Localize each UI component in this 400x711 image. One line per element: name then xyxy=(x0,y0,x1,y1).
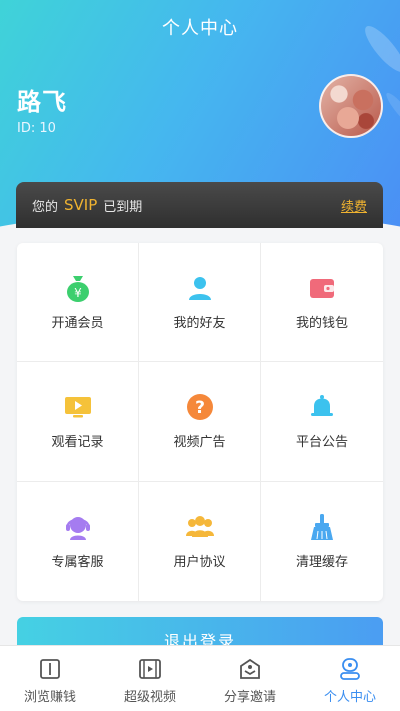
grid-item-wallet[interactable]: 我的钱包 xyxy=(261,243,383,363)
grid-item-clear-cache[interactable]: 清理缓存 xyxy=(261,482,383,601)
grid-item-history[interactable]: 观看记录 xyxy=(17,362,139,482)
grid-label: 用户协议 xyxy=(173,555,226,571)
tab-label: 个人中心 xyxy=(323,690,376,705)
vip-prefix: 您的 xyxy=(32,199,59,215)
grid-label: 平台公告 xyxy=(295,435,348,451)
page-title: 个人中心 xyxy=(162,18,238,39)
grid-item-agreement[interactable]: 用户协议 xyxy=(139,481,261,601)
grid-label: 专属客服 xyxy=(51,555,104,571)
grid-label: 开通会员 xyxy=(51,316,104,332)
wallet-icon xyxy=(307,273,337,303)
money-bag-icon: ¥ xyxy=(63,273,93,303)
grid-label: 我的好友 xyxy=(173,316,226,332)
grid-label: 我的钱包 xyxy=(295,316,348,332)
vip-status-bar: 您的 SVIP 已到期 续费 xyxy=(16,182,383,228)
bottom-tab-bar: 浏览赚钱 超级视频 分享邀请 个人中心 xyxy=(0,645,400,711)
tab-label: 超级视频 xyxy=(123,690,176,705)
app-screen: 个人中心 路飞 ID: 10 您的 SVIP 已到期 续费 ¥ 开通会员 我的好… xyxy=(0,0,400,711)
tab-share-invite[interactable]: 分享邀请 xyxy=(200,646,300,711)
tab-profile[interactable]: 个人中心 xyxy=(300,646,400,711)
share-box-icon xyxy=(237,656,263,682)
group-icon xyxy=(185,512,215,542)
svg-text:¥: ¥ xyxy=(74,286,82,300)
tab-label: 浏览赚钱 xyxy=(23,690,76,705)
video-play-icon xyxy=(63,392,93,422)
feature-grid: ¥ 开通会员 我的好友 我的钱包 观看记录 ? 视频广告 平台公告 专属客服 用… xyxy=(17,243,383,601)
grid-label: 视频广告 xyxy=(173,435,226,451)
grid-label: 观看记录 xyxy=(51,435,104,451)
broom-icon xyxy=(307,512,337,542)
film-icon xyxy=(137,656,163,682)
vip-level: SVIP xyxy=(64,196,98,214)
tab-label: 分享邀请 xyxy=(223,690,276,705)
grid-item-announcements[interactable]: 平台公告 xyxy=(261,362,383,482)
vip-suffix: 已到期 xyxy=(103,199,143,215)
tab-super-video[interactable]: 超级视频 xyxy=(100,646,200,711)
user-name: 路飞 xyxy=(17,88,67,116)
decor-streak xyxy=(383,89,400,131)
bell-icon xyxy=(307,392,337,422)
user-icon xyxy=(337,656,363,682)
avatar[interactable] xyxy=(319,74,383,138)
grid-label: 清理缓存 xyxy=(295,555,348,571)
grid-item-vip[interactable]: ¥ 开通会员 xyxy=(17,243,139,363)
user-id: ID: 10 xyxy=(17,121,56,136)
renew-link[interactable]: 续费 xyxy=(341,196,367,215)
grid-item-support[interactable]: 专属客服 xyxy=(17,481,139,601)
person-icon xyxy=(185,273,215,303)
grid-item-video-ads[interactable]: ? 视频广告 xyxy=(139,362,261,482)
headset-icon xyxy=(63,512,93,542)
grid-item-friends[interactable]: 我的好友 xyxy=(139,243,261,363)
svg-text:?: ? xyxy=(195,398,205,418)
book-icon xyxy=(37,656,63,682)
tab-browse-earn[interactable]: 浏览赚钱 xyxy=(0,646,100,711)
question-icon: ? xyxy=(185,392,215,422)
